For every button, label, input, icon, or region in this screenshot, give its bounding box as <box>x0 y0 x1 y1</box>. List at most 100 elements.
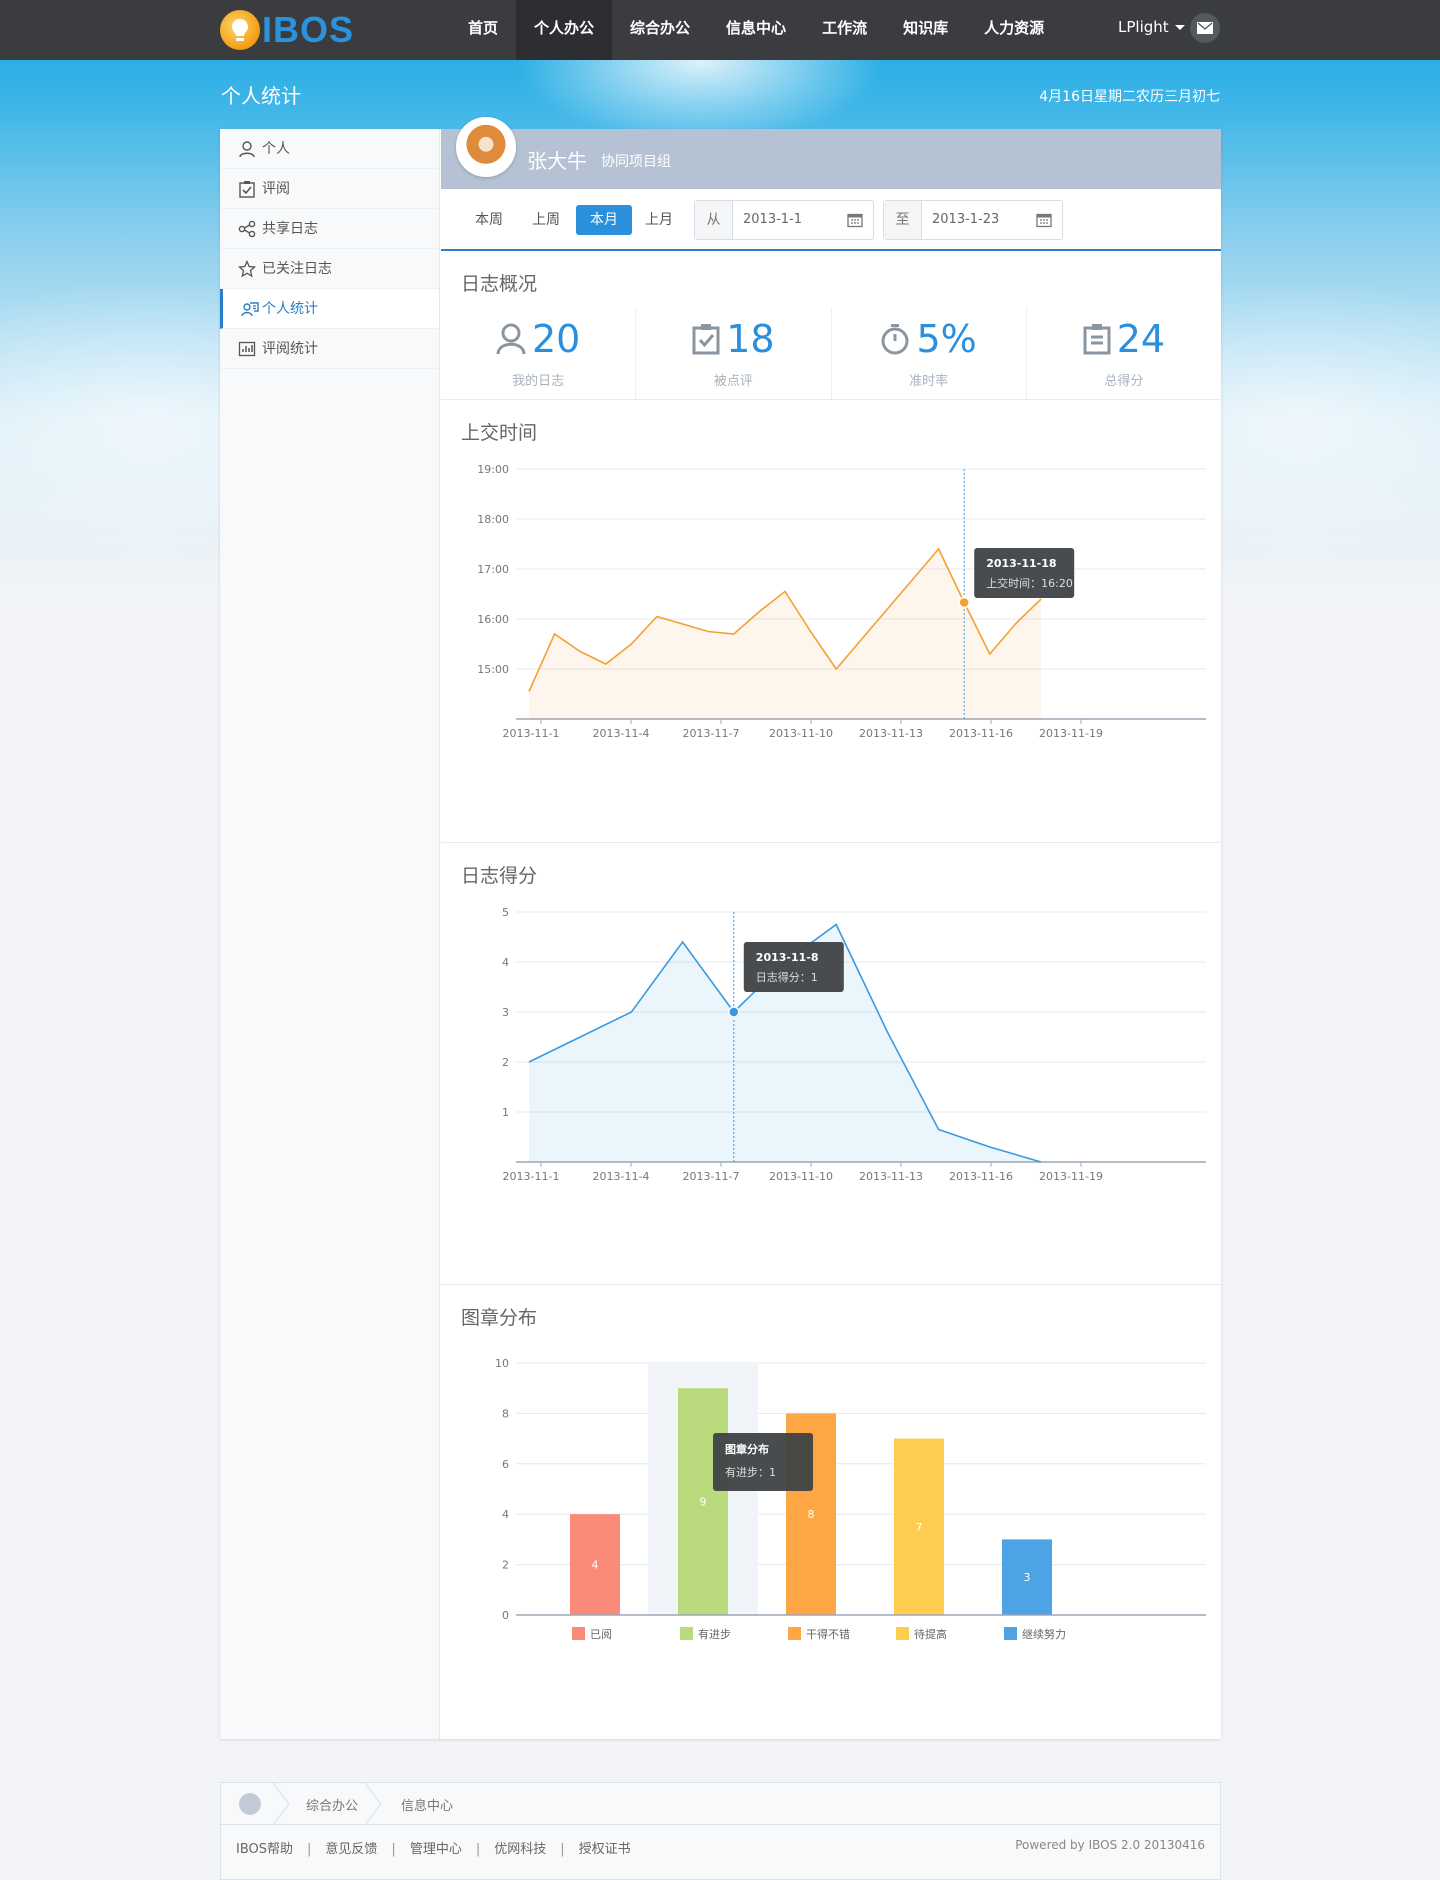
footer-link-company[interactable]: 优网科技 <box>494 1842 546 1857</box>
stat-value: 18 <box>726 317 775 361</box>
footer-link-license[interactable]: 授权证书 <box>579 1842 631 1857</box>
tooltip-value: 有进步：1 <box>725 1465 776 1479</box>
sidebar-item-personal[interactable]: 个人 <box>220 129 439 169</box>
y-tick-label: 18:00 <box>477 513 509 526</box>
period-last-month-button[interactable]: 上月 <box>631 205 687 235</box>
nav-item-hr[interactable]: 人力资源 <box>966 0 1062 60</box>
nav-item-personal-office[interactable]: 个人办公 <box>516 0 613 60</box>
chart-title: 上交时间 <box>461 422 538 444</box>
period-this-month-button[interactable]: 本月 <box>576 205 632 235</box>
log-score-chart[interactable]: 1 2 3 4 5 2013-11-1 2013-11-4 2013-11-7 2013-11-… <box>441 899 1221 1285</box>
main-nav: 首页 个人办公 综合办公 信息中心 工作流 知识库 人力资源 <box>450 0 1062 60</box>
sidebar-item-review[interactable]: 评阅 <box>220 169 439 209</box>
sidebar-item-personal-stats[interactable]: 个人统计 <box>220 289 439 329</box>
x-tick-label: 2013-11-13 <box>859 1170 923 1183</box>
x-tick-label: 2013-11-13 <box>859 727 923 740</box>
calendar-icon[interactable] <box>1026 201 1062 239</box>
nav-item-workflow[interactable]: 工作流 <box>804 0 885 60</box>
y-tick-label: 17:00 <box>477 563 509 576</box>
breadcrumb-item[interactable]: 综合办公 <box>306 1795 358 1814</box>
profile-header: 张大牛 协同项目组 <box>441 117 1221 189</box>
from-date-input[interactable]: 2013-1-1 <box>733 201 837 239</box>
y-tick-label: 6 <box>502 1458 509 1471</box>
overview-stats: 20 我的日志 18 被点评 5% 准时率 24 总得分 <box>441 307 1221 400</box>
legend-label: 干得不错 <box>806 1627 850 1641</box>
tooltip-box <box>974 548 1075 598</box>
sidebar-item-review-stats[interactable]: 评阅统计 <box>220 329 439 369</box>
main-panel: 个人 评阅 共享日志 已关注日志 个人统计 评阅统计 张大牛 协同项目组 本周 … <box>220 117 1221 1739</box>
separator: | <box>475 1842 481 1857</box>
period-last-week-button[interactable]: 上周 <box>518 205 574 235</box>
sidebar-item-label: 个人 <box>262 141 290 157</box>
footer: 综合办公 信息中心 IBOS帮助 | 意见反馈 | 管理中心 | 优网科技 | 授权证书 Pow… <box>220 1782 1221 1880</box>
sidebar-item-followed-log[interactable]: 已关注日志 <box>220 249 439 289</box>
legend-swatch <box>788 1627 801 1640</box>
x-tick-label: 2013-11-19 <box>1039 727 1103 740</box>
period-this-week-button[interactable]: 本周 <box>461 205 517 235</box>
stat-label: 我的日志 <box>512 374 565 389</box>
y-tick-label: 8 <box>502 1407 509 1420</box>
home-icon[interactable] <box>239 1793 261 1815</box>
profile-group: 协同项目组 <box>601 154 671 170</box>
y-tick-label: 4 <box>502 956 509 969</box>
content-area: 张大牛 协同项目组 本周 上周 本月 上月 从 2013-1-1 至 2013-… <box>441 117 1221 1735</box>
sidebar-item-shared-log[interactable]: 共享日志 <box>220 209 439 249</box>
logo-text: IBOS <box>262 9 355 50</box>
y-tick-label: 4 <box>502 1508 509 1521</box>
chart-section-stamp-distribution: 图章分布 0 2 4 6 8 10 4 已阅 9 有进步 8 干得不错 7 待提高 3 继续努力 图章分布 有进步… <box>441 1285 1221 1735</box>
nav-item-general-office[interactable]: 综合办公 <box>612 0 708 60</box>
submit-time-chart[interactable]: 15:00 16:00 17:00 18:00 19:00 2013-11-1 2013-1… <box>441 456 1221 843</box>
footer-link-feedback[interactable]: 意见反馈 <box>325 1842 377 1857</box>
nav-item-knowledge[interactable]: 知识库 <box>885 0 966 60</box>
calendar-icon[interactable] <box>837 201 873 239</box>
y-tick-label: 5 <box>502 906 509 919</box>
date-text: 4月16日星期二农历三月初七 <box>1039 89 1220 105</box>
user-name: LPlight <box>1118 18 1169 36</box>
to-date-input[interactable]: 2013-1-23 <box>922 201 1026 239</box>
to-date-field[interactable]: 至 2013-1-23 <box>883 200 1063 240</box>
y-tick-label: 2 <box>502 1559 509 1572</box>
user-menu[interactable]: LPlight <box>1118 18 1185 36</box>
nav-item-home[interactable]: 首页 <box>450 0 516 60</box>
y-tick-label: 15:00 <box>477 663 509 676</box>
legend-swatch <box>1004 1627 1017 1640</box>
legend-label: 已阅 <box>590 1628 612 1641</box>
stat-my-logs: 20 我的日志 <box>441 307 637 399</box>
stamp-distribution-chart[interactable]: 0 2 4 6 8 10 4 已阅 9 有进步 8 干得不错 7 待提高 3 继续努力 图章分布有进步：1 <box>441 1341 1221 1735</box>
sidebar: 个人 评阅 共享日志 已关注日志 个人统计 评阅统计 <box>220 129 440 1739</box>
nav-item-info-center[interactable]: 信息中心 <box>708 0 804 60</box>
bar-value-label: 3 <box>1024 1571 1031 1584</box>
share-icon <box>238 220 256 238</box>
footer-link-admin[interactable]: 管理中心 <box>410 1842 462 1857</box>
sidebar-item-label: 评阅 <box>262 181 290 197</box>
legend-label: 继续努力 <box>1022 1627 1066 1641</box>
breadcrumb-item[interactable]: 信息中心 <box>401 1795 453 1814</box>
chart-title: 图章分布 <box>461 1307 538 1329</box>
highlight-point <box>728 1006 740 1018</box>
y-tick-label: 1 <box>502 1106 509 1119</box>
from-date-field[interactable]: 从 2013-1-1 <box>694 200 874 240</box>
legend-label: 有进步 <box>698 1627 731 1641</box>
logo[interactable]: IBOS <box>220 6 354 54</box>
x-tick-label: 2013-11-1 <box>503 727 560 740</box>
x-tick-label: 2013-11-7 <box>683 727 740 740</box>
check-clipboard-icon <box>692 324 720 355</box>
footer-links: IBOS帮助 | 意见反馈 | 管理中心 | 优网科技 | 授权证书 <box>236 1838 631 1857</box>
mail-icon[interactable] <box>1190 13 1220 43</box>
legend-swatch <box>572 1627 585 1640</box>
chart-title: 日志得分 <box>461 865 538 887</box>
x-tick-label: 2013-11-10 <box>769 1170 833 1183</box>
tooltip-value: 日志得分：1 <box>756 971 818 984</box>
avatar[interactable] <box>456 117 516 177</box>
stat-on-time-rate: 5% 准时率 <box>832 307 1027 399</box>
sidebar-item-label: 共享日志 <box>262 221 318 237</box>
separator: | <box>560 1842 565 1857</box>
chevron-right-icon <box>364 1783 382 1825</box>
y-tick-label: 16:00 <box>477 613 509 626</box>
tooltip-title: 2013-11-18 <box>986 557 1056 570</box>
footer-link-help[interactable]: IBOS帮助 <box>236 1842 293 1857</box>
period-filter: 本周 上周 本月 上月 从 2013-1-1 至 2013-1-23 <box>441 189 1221 251</box>
legend-swatch <box>896 1627 909 1640</box>
caret-down-icon <box>1174 25 1185 30</box>
separator: | <box>391 1842 396 1857</box>
